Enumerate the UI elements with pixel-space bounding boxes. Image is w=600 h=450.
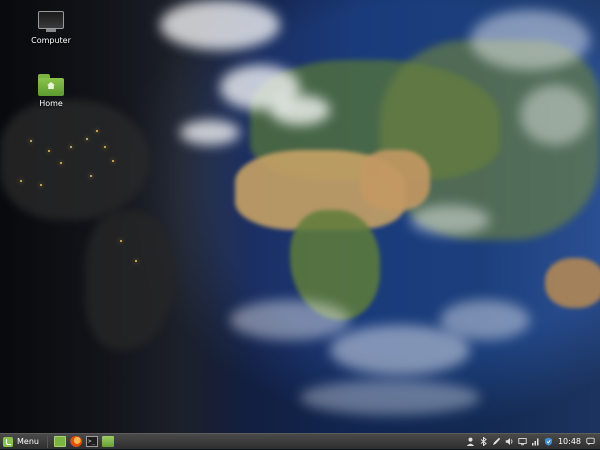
display-icon[interactable] (518, 437, 527, 446)
taskbar: Menu >_ 10:48 (0, 433, 600, 449)
wallpaper-cloud (470, 10, 590, 70)
notifications-icon[interactable] (586, 437, 595, 446)
show-desktop-icon[interactable] (53, 436, 66, 447)
wallpaper-cloud (180, 120, 240, 145)
wallpaper-cloud (300, 380, 480, 415)
wallpaper-city-light (20, 180, 22, 182)
wallpaper-south-america (85, 210, 175, 350)
desktop-wallpaper (0, 0, 600, 433)
wallpaper-city-light (40, 184, 42, 186)
wallpaper-city-light (86, 138, 88, 140)
wallpaper-cloud (410, 205, 490, 235)
wallpaper-cloud (440, 300, 530, 340)
wallpaper-city-light (90, 175, 92, 177)
menu-label: Menu (17, 437, 39, 446)
firefox-icon[interactable] (69, 436, 82, 447)
wallpaper-cloud (270, 95, 330, 125)
wallpaper-cloud (520, 85, 590, 145)
home-folder-icon (38, 74, 64, 96)
clock[interactable]: 10:48 (558, 437, 581, 446)
network-icon[interactable] (531, 437, 540, 446)
wallpaper-city-light (96, 130, 98, 132)
system-tray: 10:48 (464, 434, 600, 450)
wallpaper-cloud (160, 0, 280, 50)
bluetooth-icon[interactable] (479, 436, 488, 447)
wallpaper-city-light (120, 240, 122, 242)
wallpaper-city-light (135, 260, 137, 262)
shield-icon[interactable] (544, 437, 553, 446)
wallpaper-city-light (112, 160, 114, 162)
monitor-icon (38, 11, 64, 33)
files-icon[interactable] (101, 436, 114, 447)
wallpaper-city-light (104, 146, 106, 148)
volume-icon[interactable] (505, 437, 514, 446)
wallpaper-arabia (360, 150, 430, 210)
wallpaper-cloud (230, 300, 350, 340)
wallpaper-city-light (48, 150, 50, 152)
wallpaper-city-light (60, 162, 62, 164)
menu-button[interactable]: Menu (0, 434, 43, 450)
wallpaper-city-light (30, 140, 32, 142)
desktop-icon-computer[interactable]: Computer (19, 11, 83, 45)
taskbar-separator (46, 435, 48, 448)
desktop-icon-label: Home (39, 99, 63, 108)
wallpaper-australia (545, 258, 600, 308)
mint-logo-icon (3, 436, 13, 447)
desktop-icon-label: Computer (31, 36, 71, 45)
terminal-icon[interactable]: >_ (85, 436, 98, 447)
pen-icon[interactable] (492, 437, 501, 446)
wallpaper-city-light (70, 146, 72, 148)
user-icon[interactable] (466, 437, 475, 446)
desktop-icon-home[interactable]: Home (19, 74, 83, 108)
wallpaper-north-america (0, 100, 150, 220)
